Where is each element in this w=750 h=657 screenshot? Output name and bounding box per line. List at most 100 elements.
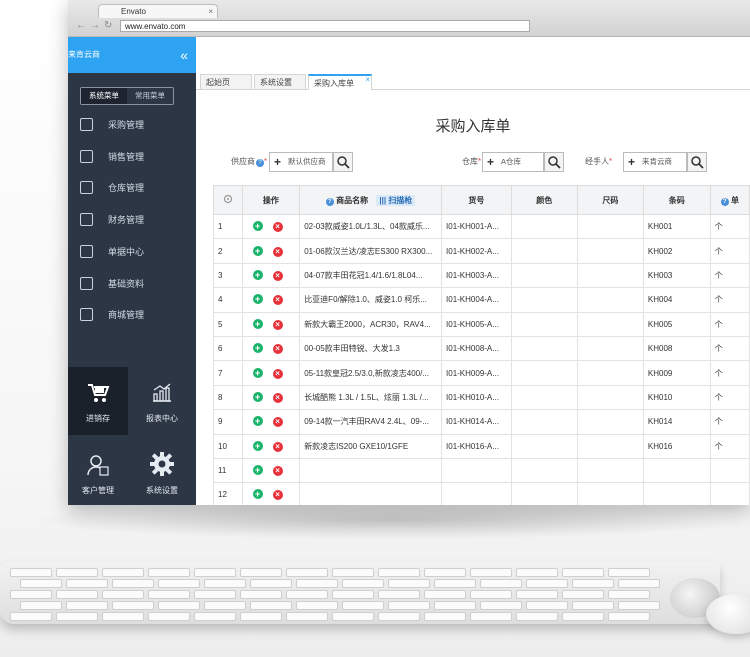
unit-cell[interactable]: 个 <box>709 213 750 240</box>
size-cell[interactable] <box>576 384 644 411</box>
supplier-field[interactable]: + 默认供应商 <box>269 152 333 172</box>
delete-row-icon[interactable]: × <box>272 368 283 379</box>
add-row-icon[interactable]: + <box>252 318 263 329</box>
delete-row-icon[interactable]: × <box>272 441 283 452</box>
warehouse-search-button[interactable] <box>544 152 564 172</box>
unit-cell[interactable] <box>709 457 750 484</box>
table-row[interactable]: 7 + × 05-11款皇冠2.5/3.0,新款凌志400/... I01-KH009-… <box>213 360 750 386</box>
size-cell[interactable] <box>576 433 644 459</box>
product-name-cell[interactable]: 09-14款一汽丰田RAV4 2.4L、09-... <box>299 409 443 435</box>
browser-tab[interactable]: Envato × <box>98 4 218 18</box>
size-cell[interactable] <box>576 335 644 362</box>
delete-row-icon[interactable]: × <box>272 222 283 233</box>
unit-cell[interactable]: 个 <box>709 287 750 313</box>
barcode-cell[interactable]: KH008 <box>642 335 711 362</box>
sidebar-item-documents[interactable]: 单据中心 <box>80 242 190 262</box>
size-cell[interactable] <box>576 311 644 337</box>
unit-cell[interactable]: 个 <box>709 384 750 411</box>
table-row[interactable]: 12 + × <box>213 482 750 505</box>
barcode-cell[interactable]: KH010 <box>642 384 711 411</box>
sku-cell[interactable]: I01-KH001-A... <box>441 213 512 240</box>
delete-row-icon[interactable]: × <box>272 270 283 281</box>
unit-cell[interactable]: 个 <box>709 262 750 289</box>
color-cell[interactable] <box>510 360 578 386</box>
table-row[interactable]: 1 + × 02-03款威姿1.0L/1.3L、04款威乐... I01-KH001-A… <box>213 213 750 240</box>
size-cell[interactable] <box>576 213 644 240</box>
sidebar-item-finance[interactable]: 财务管理 <box>80 210 190 230</box>
barcode-cell[interactable]: KH003 <box>642 262 711 289</box>
add-row-icon[interactable]: + <box>252 367 263 378</box>
product-name-cell[interactable] <box>299 482 443 505</box>
unit-cell[interactable] <box>709 482 750 505</box>
product-name-cell[interactable]: 05-11款皇冠2.5/3.0,新款凌志400/... <box>299 360 443 386</box>
module-inventory[interactable]: 进销存 <box>68 367 128 435</box>
module-customers[interactable]: 客户管理 <box>68 439 128 505</box>
barcode-cell[interactable]: KH004 <box>642 287 711 313</box>
table-row[interactable]: 4 + × 比亚迪F0/解除1.0、威姿1.0 柯乐... I01-KH004-A...… <box>213 287 750 313</box>
color-cell[interactable] <box>510 482 578 505</box>
address-bar[interactable]: www.envato.com <box>120 20 530 32</box>
table-row[interactable]: 5 + × 新款大霸王2000，ACR30，RAV4... I01-KH005-A...… <box>213 311 750 337</box>
add-row-icon[interactable]: + <box>252 416 263 427</box>
delete-row-icon[interactable]: × <box>272 295 283 306</box>
table-row[interactable]: 2 + × 01-06款汉兰达/凌志ES300 RX300... I01-KH002-A… <box>213 238 750 264</box>
sidebar-item-sales[interactable]: 销售管理 <box>80 147 190 167</box>
unit-cell[interactable]: 个 <box>709 409 750 435</box>
tab-system-menu[interactable]: 系统菜单 <box>81 88 127 104</box>
product-name-cell[interactable]: 00-05款丰田特锐、大发1.3 <box>299 335 443 362</box>
product-name-cell[interactable]: 长城酷熊 1.3L / 1.5L、炫丽 1.3L /... <box>299 384 443 411</box>
close-icon[interactable]: × <box>208 5 213 19</box>
unit-cell[interactable]: 个 <box>709 238 750 264</box>
table-row[interactable]: 8 + × 长城酷熊 1.3L / 1.5L、炫丽 1.3L /... I01-KH01… <box>213 384 750 411</box>
table-row[interactable]: 3 + × 04-07款丰田花冠1.4/1.6/1.8L04... I01-KH003-… <box>213 262 750 289</box>
size-cell[interactable] <box>576 238 644 264</box>
unit-cell[interactable]: 个 <box>709 433 750 459</box>
add-row-icon[interactable]: + <box>252 465 263 476</box>
color-cell[interactable] <box>510 409 578 435</box>
tab-purchase-receipt[interactable]: 采购入库单 × <box>308 74 372 90</box>
size-cell[interactable] <box>576 287 644 313</box>
add-row-icon[interactable]: + <box>252 221 263 232</box>
handler-field[interactable]: + 来肯云商 <box>623 152 687 172</box>
sku-cell[interactable]: I01-KH016-A... <box>441 433 512 459</box>
delete-row-icon[interactable]: × <box>272 417 283 428</box>
table-row[interactable]: 6 + × 00-05款丰田特锐、大发1.3 I01-KH008-A... KH008 个 <box>213 335 750 362</box>
unit-cell[interactable]: 个 <box>709 311 750 337</box>
delete-row-icon[interactable]: × <box>272 466 283 477</box>
sidebar-item-warehouse[interactable]: 仓库管理 <box>80 178 190 198</box>
sku-cell[interactable]: I01-KH008-A... <box>441 335 512 362</box>
color-cell[interactable] <box>510 262 578 289</box>
add-row-icon[interactable]: + <box>252 489 263 500</box>
size-cell[interactable] <box>576 457 644 484</box>
table-row[interactable]: 11 + × <box>213 457 750 484</box>
sku-cell[interactable] <box>441 457 512 484</box>
settings-header[interactable] <box>213 185 243 215</box>
barcode-cell[interactable]: KH014 <box>642 409 711 435</box>
product-name-cell[interactable]: 02-03款威姿1.0L/1.3L、04款威乐... <box>299 213 443 240</box>
color-cell[interactable] <box>510 335 578 362</box>
add-row-icon[interactable]: + <box>252 391 263 402</box>
sku-cell[interactable]: I01-KH004-A... <box>441 287 512 313</box>
tab-home[interactable]: 起始页 <box>200 74 252 89</box>
sku-cell[interactable]: I01-KH005-A... <box>441 311 512 337</box>
barcode-cell[interactable]: KH002 <box>642 238 711 264</box>
product-name-cell[interactable]: 比亚迪F0/解除1.0、威姿1.0 柯乐... <box>299 287 443 313</box>
sidebar-item-purchase[interactable]: 采购管理 <box>80 115 190 135</box>
barcode-cell[interactable]: KH005 <box>642 311 711 337</box>
tab-common-menu[interactable]: 常用菜单 <box>127 88 173 104</box>
sku-cell[interactable]: I01-KH010-A... <box>441 384 512 411</box>
add-row-icon[interactable]: + <box>252 269 263 280</box>
reload-icon[interactable]: ↻ <box>104 21 112 31</box>
barcode-cell[interactable] <box>642 482 711 505</box>
barcode-cell[interactable]: KH009 <box>642 360 711 386</box>
sku-cell[interactable]: I01-KH014-A... <box>441 409 512 435</box>
barcode-cell[interactable]: KH016 <box>642 433 711 459</box>
sku-cell[interactable] <box>441 482 512 505</box>
color-cell[interactable] <box>510 311 578 337</box>
size-cell[interactable] <box>576 409 644 435</box>
product-name-cell[interactable]: 04-07款丰田花冠1.4/1.6/1.8L04... <box>299 262 443 289</box>
color-cell[interactable] <box>510 433 578 459</box>
collapse-icon[interactable]: « <box>180 37 188 73</box>
color-cell[interactable] <box>510 457 578 484</box>
delete-row-icon[interactable]: × <box>272 246 283 257</box>
